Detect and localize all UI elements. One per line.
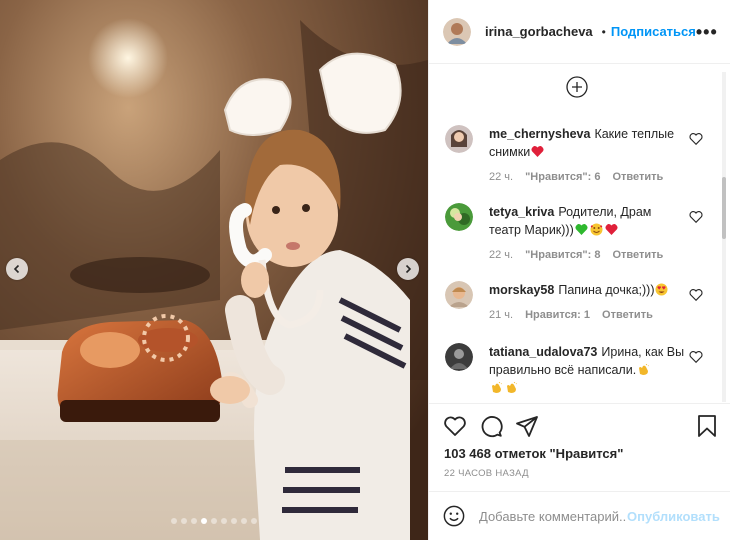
comment-likes[interactable]: "Нравится": 6 [525, 171, 600, 183]
like-comment-heart-icon[interactable] [689, 132, 703, 146]
comments-list[interactable]: me_chernysheva Какие теплые снимки 22 ч. … [429, 65, 719, 405]
carousel-dot [241, 518, 247, 524]
comment-message: Папина дочка;))) [558, 283, 655, 297]
carousel-dot [211, 518, 217, 524]
previous-photo-button[interactable] [6, 258, 28, 280]
author-username[interactable]: irina_gorbacheva [485, 24, 593, 39]
publish-button[interactable]: Опубликовать [627, 509, 720, 524]
carousel-dot [171, 518, 177, 524]
comment-bubble-icon[interactable] [479, 414, 503, 438]
scrollbar-thumb[interactable] [722, 177, 726, 239]
carousel-dot [251, 518, 257, 524]
chevron-right-icon [405, 264, 412, 274]
comment-avatar[interactable] [445, 343, 473, 371]
comment-username[interactable]: morskay58 [489, 283, 554, 297]
carousel-dot [231, 518, 237, 524]
post-photo[interactable] [0, 0, 428, 540]
comment-username[interactable]: tatiana_udalova73 [489, 345, 597, 359]
reply-button[interactable]: Ответить [612, 171, 663, 183]
comment-emoji [654, 283, 669, 297]
posted-time[interactable]: 22 ЧАСОВ НАЗАД [444, 468, 529, 479]
follow-button[interactable]: Подписаться [611, 24, 696, 39]
carousel-dot [221, 518, 227, 524]
clapping-hands-icon [639, 363, 650, 375]
more-options-button[interactable]: ••• [696, 23, 718, 41]
comment-avatar[interactable] [445, 125, 473, 153]
save-bookmark-icon[interactable] [695, 414, 719, 438]
like-heart-icon[interactable] [443, 414, 467, 438]
reply-button[interactable]: Ответить [612, 249, 663, 261]
comment-time: 21 ч. [489, 309, 514, 321]
like-comment-heart-icon[interactable] [689, 350, 703, 364]
like-comment-heart-icon[interactable] [689, 210, 703, 224]
like-comment-heart-icon[interactable] [689, 288, 703, 302]
comment-username[interactable]: me_chernysheva [489, 127, 590, 141]
header-separator: • [601, 24, 606, 39]
photo-illustration [0, 0, 428, 540]
comments-scrollbar[interactable] [722, 72, 726, 402]
red-heart-icon [605, 224, 618, 235]
comment-meta: 21 ч. Нравится: 1 Ответить [489, 309, 653, 321]
comment-meta: 22 ч. "Нравится": 6 Ответить [489, 171, 663, 183]
comment-text: tetya_kriva Родители, Драм театр Марик))) [489, 203, 685, 239]
comment-username[interactable]: tetya_kriva [489, 205, 554, 219]
comment-text: me_chernysheva Какие теплые снимки [489, 125, 685, 161]
emoji-smile-icon[interactable] [443, 505, 465, 527]
next-photo-button[interactable] [397, 258, 419, 280]
comment-text: morskay58 Папина дочка;))) [489, 281, 685, 299]
clapping-hands-icon [507, 381, 518, 393]
chevron-left-icon [13, 264, 20, 274]
post-actions: 103 468 отметок "Нравится" 22 ЧАСОВ НАЗА… [429, 403, 730, 491]
reply-button[interactable]: Ответить [602, 309, 653, 321]
comment-emoji [574, 223, 619, 237]
carousel-dot [191, 518, 197, 524]
comment-time: 22 ч. [489, 249, 514, 261]
green-heart-icon [575, 224, 588, 235]
comment-input[interactable] [479, 508, 627, 524]
post-header: irina_gorbacheva • Подписаться ••• [429, 0, 730, 64]
carousel-indicator [0, 518, 428, 524]
comment-likes[interactable]: "Нравится": 8 [525, 249, 600, 261]
likes-count[interactable]: 103 468 отметок "Нравится" [444, 446, 623, 461]
comment-time: 22 ч. [489, 171, 514, 183]
carousel-dot [181, 518, 187, 524]
clapping-hands-icon [492, 381, 503, 393]
comment-emoji [530, 145, 545, 159]
add-comment-bar: Опубликовать [429, 491, 730, 540]
heart-eyes-icon [655, 283, 668, 296]
smiling-face-with-hearts-icon [590, 223, 603, 236]
author-avatar[interactable] [443, 17, 471, 46]
red-heart-icon [531, 146, 544, 157]
comment-meta: 22 ч. "Нравится": 8 Ответить [489, 249, 663, 261]
post-side-panel: irina_gorbacheva • Подписаться ••• me_ch… [428, 0, 730, 540]
comment-avatar[interactable] [445, 281, 473, 309]
carousel-dot [201, 518, 207, 524]
comment-text: tatiana_udalova73 Ирина, как Вы правильно… [489, 343, 685, 397]
comment-avatar[interactable] [445, 203, 473, 231]
load-more-comments-icon[interactable] [566, 76, 588, 98]
share-paper-plane-icon[interactable] [515, 414, 539, 438]
comment-likes[interactable]: Нравится: 1 [525, 309, 590, 321]
